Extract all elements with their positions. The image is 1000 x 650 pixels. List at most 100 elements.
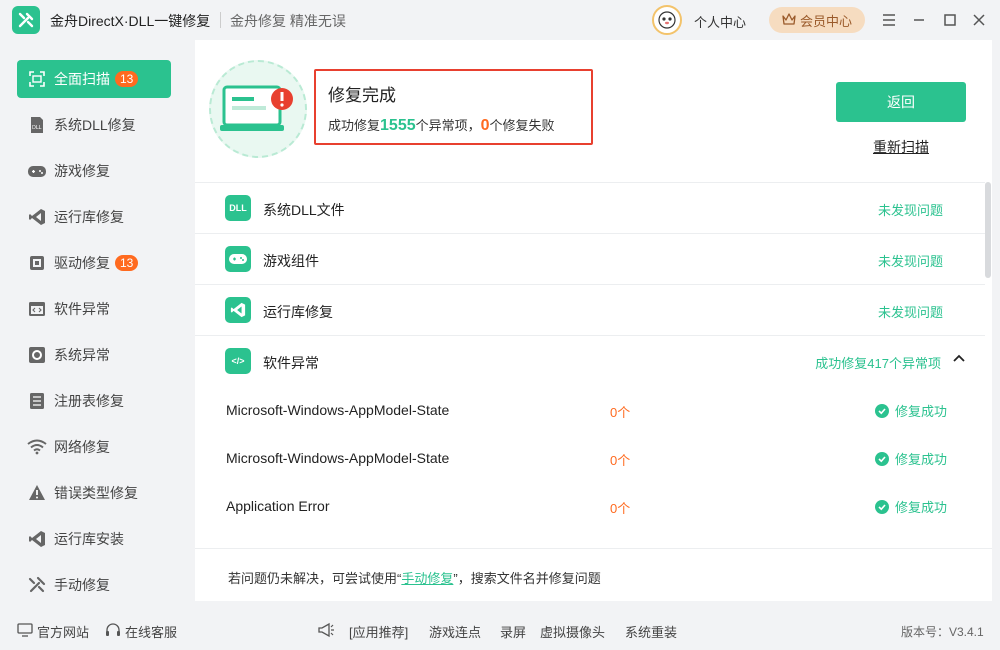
user-avatar[interactable] xyxy=(652,5,682,35)
gamepad-icon xyxy=(225,246,251,272)
app-recommend-label: [应用推荐] xyxy=(349,625,409,640)
category-status: 未发现问题 xyxy=(877,254,943,269)
detail-count: 0个 xyxy=(610,405,631,420)
count-badge: 13 xyxy=(115,255,139,271)
sidebar-item-runtime[interactable]: 运行库修复 xyxy=(17,198,171,236)
result-title: 修复完成 xyxy=(328,86,396,105)
sidebar-item-game[interactable]: 游戏修复 xyxy=(17,152,171,190)
menu-icon[interactable] xyxy=(878,9,900,31)
detail-count: 0个 xyxy=(610,501,631,516)
gear-icon xyxy=(27,345,47,365)
check-circle-icon xyxy=(875,451,889,466)
wifi-icon xyxy=(27,437,47,457)
online-support-link[interactable]: 在线客服 xyxy=(105,622,177,641)
sidebar-item-manual-fix[interactable]: 手动修复 xyxy=(17,566,171,604)
back-button[interactable]: 返回 xyxy=(836,82,966,122)
close-icon[interactable] xyxy=(968,9,990,31)
crown-icon xyxy=(782,12,796,28)
list-item: Application Error 0个 修复成功 xyxy=(195,483,985,531)
sidebar-item-label: 注册表修复 xyxy=(54,393,124,409)
category-status: 未发现问题 xyxy=(877,203,943,218)
list-item: Microsoft-Windows-AppModel-State 0个 修复成功 xyxy=(195,435,985,483)
category-row-software-error[interactable]: </> 软件异常 成功修复417个异常项 xyxy=(195,335,985,386)
detail-status-label: 修复成功 xyxy=(895,500,948,515)
result-message: 成功修复1555个异常项，0个修复失败 xyxy=(328,115,555,135)
minimize-icon[interactable] xyxy=(908,9,930,31)
category-name: 运行库修复 xyxy=(263,304,333,320)
wrench-icon xyxy=(27,575,47,595)
help-tip-prefix: 若问题仍未解决，可尝试使用“ xyxy=(228,571,402,586)
scan-icon xyxy=(27,69,47,89)
user-center-link[interactable]: 个人中心 xyxy=(694,12,746,31)
detail-status-label: 修复成功 xyxy=(895,452,948,467)
result-suffix: 个修复失败 xyxy=(489,118,555,133)
monitor-icon xyxy=(17,623,33,640)
check-circle-icon xyxy=(875,499,889,514)
bottom-bar: 官方网站 在线客服 [应用推荐] 游戏连点 录屏 虚拟摄像头 系统重装 版本号：… xyxy=(0,610,1000,650)
sidebar-item-driver[interactable]: 驱动修复 13 xyxy=(17,244,171,282)
dll-icon: DLL xyxy=(27,115,47,135)
link-virtual-camera[interactable]: 虚拟摄像头 xyxy=(540,622,605,641)
sidebar-item-label: 驱动修复 xyxy=(54,255,110,271)
link-screen-recorder[interactable]: 录屏 xyxy=(500,622,526,641)
install-icon xyxy=(27,529,47,549)
link-system-reinstall[interactable]: 系统重装 xyxy=(625,622,677,641)
official-website-label: 官方网站 xyxy=(37,625,90,640)
category-row-runtime[interactable]: 运行库修复 未发现问题 xyxy=(195,284,985,335)
sidebar-item-system-error[interactable]: 系统异常 xyxy=(17,336,171,374)
scrollbar[interactable] xyxy=(985,182,991,278)
fixed-count: 1555 xyxy=(380,117,416,134)
sidebar-item-label: 系统异常 xyxy=(54,347,110,363)
sidebar-item-error-type[interactable]: 错误类型修复 xyxy=(17,474,171,512)
maximize-icon[interactable] xyxy=(939,9,961,31)
result-summary: 修复完成 成功修复1555个异常项，0个修复失败 xyxy=(314,69,593,145)
sidebar-item-full-scan[interactable]: 全面扫描 13 xyxy=(17,60,171,98)
title-divider xyxy=(220,12,221,28)
sidebar-item-label: 游戏修复 xyxy=(54,163,110,179)
vip-center-button[interactable]: 会员中心 xyxy=(769,7,865,33)
sidebar-item-label: 软件异常 xyxy=(54,301,110,317)
chevron-up-icon[interactable] xyxy=(951,351,967,367)
code-icon xyxy=(27,299,47,319)
sidebar-item-system-dll[interactable]: DLL 系统DLL修复 xyxy=(17,106,171,144)
vip-center-label: 会员中心 xyxy=(799,13,852,29)
list-item: Microsoft-Windows-AppModel-State 0个 修复成功 xyxy=(195,387,985,435)
dll-icon: DLL xyxy=(225,195,251,221)
help-tip-suffix: ”，搜索文件名并修复问题 xyxy=(453,571,601,586)
sidebar-item-software-error[interactable]: 软件异常 xyxy=(17,290,171,328)
category-name: 系统DLL文件 xyxy=(263,202,345,218)
category-row-system-dll[interactable]: DLL 系统DLL文件 未发现问题 xyxy=(195,182,985,233)
sidebar-item-runtime-install[interactable]: 运行库安装 xyxy=(17,520,171,558)
rescan-link[interactable]: 重新扫描 xyxy=(873,137,929,157)
title-bar: 金舟DirectX·DLL一键修复 金舟修复 精准无误 个人中心 会员中心 xyxy=(0,0,1000,40)
online-support-label: 在线客服 xyxy=(125,625,178,640)
link-auto-clicker[interactable]: 游戏连点 xyxy=(429,622,481,641)
official-website-link[interactable]: 官方网站 xyxy=(17,622,89,641)
detail-name: Microsoft-Windows-AppModel-State xyxy=(226,450,450,466)
sidebar-item-label: 系统DLL修复 xyxy=(54,117,136,133)
result-prefix: 成功修复 xyxy=(328,118,381,133)
sidebar-item-network[interactable]: 网络修复 xyxy=(17,428,171,466)
category-row-game[interactable]: 游戏组件 未发现问题 xyxy=(195,233,985,284)
count-badge: 13 xyxy=(115,71,139,87)
list-icon xyxy=(27,391,47,411)
category-status: 未发现问题 xyxy=(877,305,943,320)
detail-count: 0个 xyxy=(610,453,631,468)
sidebar-item-label: 运行库修复 xyxy=(54,209,124,225)
sidebar-item-label: 手动修复 xyxy=(54,577,110,593)
gamepad-icon xyxy=(27,161,47,181)
sidebar-item-label: 全面扫描 xyxy=(54,71,110,87)
manual-fix-link[interactable]: 手动修复 xyxy=(401,571,453,586)
megaphone-icon xyxy=(317,622,335,638)
code-icon: </> xyxy=(225,348,251,374)
category-name: 游戏组件 xyxy=(263,253,319,269)
detail-status: 修复成功 xyxy=(875,401,947,420)
category-name: 软件异常 xyxy=(263,355,319,371)
detail-name: Application Error xyxy=(226,498,330,514)
help-tip-text: 若问题仍未解决，可尝试使用“手动修复”，搜索文件名并修复问题 xyxy=(228,568,601,587)
sidebar-item-label: 网络修复 xyxy=(54,439,110,455)
sidebar-item-registry[interactable]: 注册表修复 xyxy=(17,382,171,420)
runtime-icon xyxy=(27,207,47,227)
sidebar-item-label: 运行库安装 xyxy=(54,531,124,547)
sidebar-item-label: 错误类型修复 xyxy=(54,485,138,501)
